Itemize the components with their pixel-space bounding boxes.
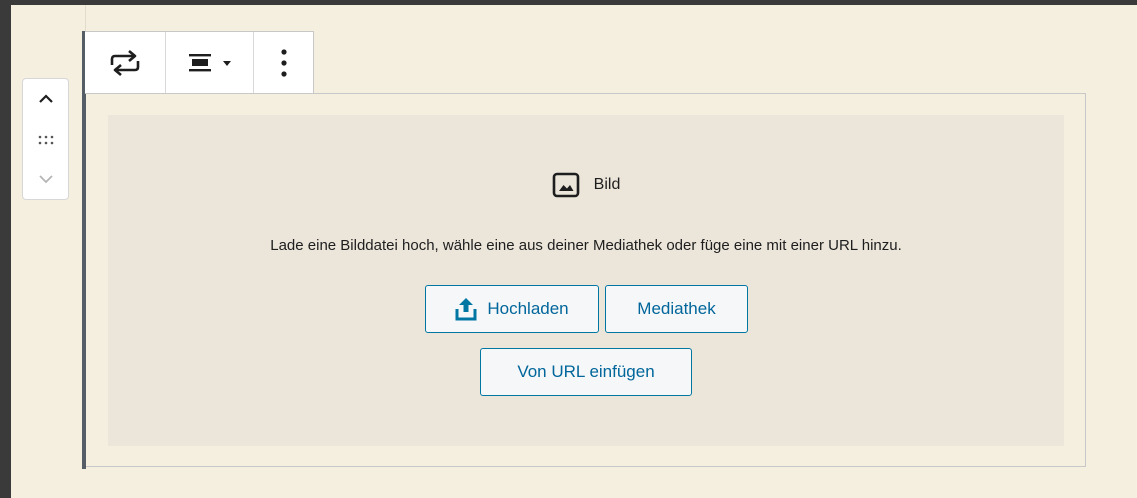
align-dropdown-button[interactable] [166,32,254,93]
move-down-button[interactable] [23,164,68,194]
placeholder-title: Bild [593,176,621,193]
image-placeholder: Bild Lade eine Bilddatei hoch, wähle ein… [108,115,1064,446]
block-toolbar [85,31,314,94]
media-library-label: Mediathek [637,299,716,318]
image-icon [552,172,579,198]
block-selection-indicator [82,31,86,469]
upload-icon [455,298,477,321]
placeholder-instructions: Lade eine Bilddatei hoch, wähle eine aus… [270,237,902,254]
more-options-button[interactable] [254,32,313,93]
upload-button[interactable]: Hochladen [425,285,599,333]
transform-arrows-icon [110,49,140,76]
insert-from-url-button[interactable]: Von URL einfügen [480,348,692,396]
upload-label: Hochladen [487,299,569,318]
placeholder-heading: Bild [108,172,1064,198]
caret-down-icon [222,60,231,66]
chevron-down-icon [38,175,53,184]
insert-from-url-label: Von URL einfügen [517,362,655,381]
divider [85,5,86,33]
align-center-icon [188,53,211,71]
chevron-up-icon [38,94,53,103]
more-vertical-icon [280,48,287,77]
block-mover [22,78,69,200]
drag-handle-icon [38,135,53,145]
move-up-button[interactable] [23,84,68,114]
drag-handle[interactable] [23,125,68,155]
transform-button[interactable] [85,32,166,93]
media-library-button[interactable]: Mediathek [605,285,748,333]
